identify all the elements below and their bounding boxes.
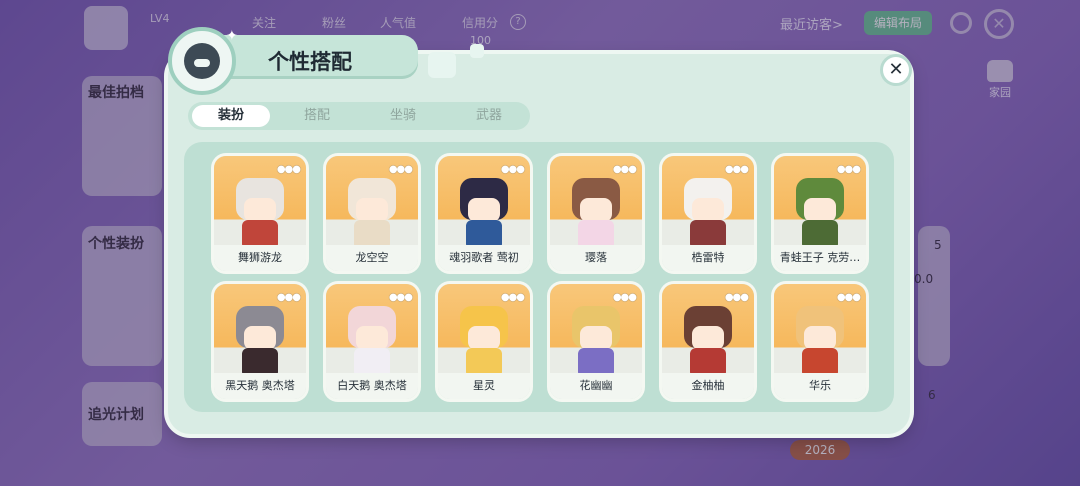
character-outfit xyxy=(242,348,278,374)
more-options-icon[interactable]: ●●● xyxy=(501,164,525,175)
character-face xyxy=(580,326,612,350)
outfit-card[interactable]: ●●● 花幽幽 xyxy=(550,284,642,399)
outfit-card[interactable]: ●●● 梏雷特 xyxy=(662,156,754,271)
character-face xyxy=(244,326,276,350)
character-outfit xyxy=(354,348,390,374)
character-face xyxy=(692,326,724,350)
outfit-card[interactable]: ●●● 华乐 xyxy=(774,284,866,399)
outfit-card[interactable]: ●●● 星灵 xyxy=(438,284,530,399)
more-options-icon[interactable]: ●●● xyxy=(837,164,861,175)
more-options-icon[interactable]: ●●● xyxy=(277,292,301,303)
character-outfit xyxy=(466,220,502,246)
close-button[interactable]: ✕ xyxy=(880,54,912,86)
character-outfit xyxy=(466,348,502,374)
outfit-card[interactable]: ●●● 舞狮游龙 xyxy=(214,156,306,271)
outfit-card[interactable]: ●●● 龙空空 xyxy=(326,156,418,271)
character-face xyxy=(468,198,500,222)
more-options-icon[interactable]: ●●● xyxy=(613,164,637,175)
tab-outfit[interactable]: 装扮 xyxy=(192,105,270,127)
outfit-name: 黑天鹅 奥杰塔 xyxy=(214,373,306,399)
character-face xyxy=(244,198,276,222)
decoration xyxy=(470,44,484,58)
outfit-name: 梏雷特 xyxy=(662,245,754,271)
outfit-name: 白天鹅 奥杰塔 xyxy=(326,373,418,399)
tab-weapon[interactable]: 武器 xyxy=(450,105,528,127)
more-options-icon[interactable]: ●●● xyxy=(725,164,749,175)
outfit-card[interactable]: ●●● 白天鹅 奥杰塔 xyxy=(326,284,418,399)
outfit-name: 华乐 xyxy=(774,373,866,399)
outfit-card[interactable]: ●●● 魂羽歌者 莺初 xyxy=(438,156,530,271)
more-options-icon[interactable]: ●●● xyxy=(613,292,637,303)
tab-match[interactable]: 搭配 xyxy=(278,105,356,127)
outfit-card[interactable]: ●●● 青蛙王子 克劳… xyxy=(774,156,866,271)
outfit-card[interactable]: ●●● 璎落 xyxy=(550,156,642,271)
more-options-icon[interactable]: ●●● xyxy=(837,292,861,303)
tab-mount[interactable]: 坐骑 xyxy=(364,105,442,127)
outfit-name: 星灵 xyxy=(438,373,530,399)
outfit-name: 舞狮游龙 xyxy=(214,245,306,271)
outfit-name: 青蛙王子 克劳… xyxy=(774,245,866,271)
decoration xyxy=(428,52,456,78)
character-face xyxy=(468,326,500,350)
outfit-name: 魂羽歌者 莺初 xyxy=(438,245,530,271)
close-icon: ✕ xyxy=(888,59,904,80)
character-face xyxy=(356,326,388,350)
outfit-name: 花幽幽 xyxy=(550,373,642,399)
character-face xyxy=(356,198,388,222)
category-tabs: 装扮 搭配 坐骑 武器 xyxy=(188,102,530,130)
character-face xyxy=(804,326,836,350)
outfit-card[interactable]: ●●● 金柚柚 xyxy=(662,284,754,399)
character-outfit xyxy=(354,220,390,246)
more-options-icon[interactable]: ●●● xyxy=(725,292,749,303)
more-options-icon[interactable]: ●●● xyxy=(389,292,413,303)
character-face xyxy=(692,198,724,222)
more-options-icon[interactable]: ●●● xyxy=(389,164,413,175)
character-outfit xyxy=(690,220,726,246)
character-outfit xyxy=(690,348,726,374)
outfit-name: 龙空空 xyxy=(326,245,418,271)
outfit-card[interactable]: ●●● 黑天鹅 奥杰塔 xyxy=(214,284,306,399)
more-options-icon[interactable]: ●●● xyxy=(277,164,301,175)
sparkle-icon: ✦ xyxy=(226,28,238,44)
character-face xyxy=(580,198,612,222)
character-face xyxy=(804,198,836,222)
character-outfit xyxy=(802,348,838,374)
character-outfit xyxy=(242,220,278,246)
more-options-icon[interactable]: ●●● xyxy=(501,292,525,303)
outfit-name: 金柚柚 xyxy=(662,373,754,399)
character-outfit xyxy=(578,348,614,374)
character-outfit xyxy=(802,220,838,246)
modal-title: 个性搭配 xyxy=(268,50,352,74)
character-outfit xyxy=(578,220,614,246)
outfit-name: 璎落 xyxy=(550,245,642,271)
